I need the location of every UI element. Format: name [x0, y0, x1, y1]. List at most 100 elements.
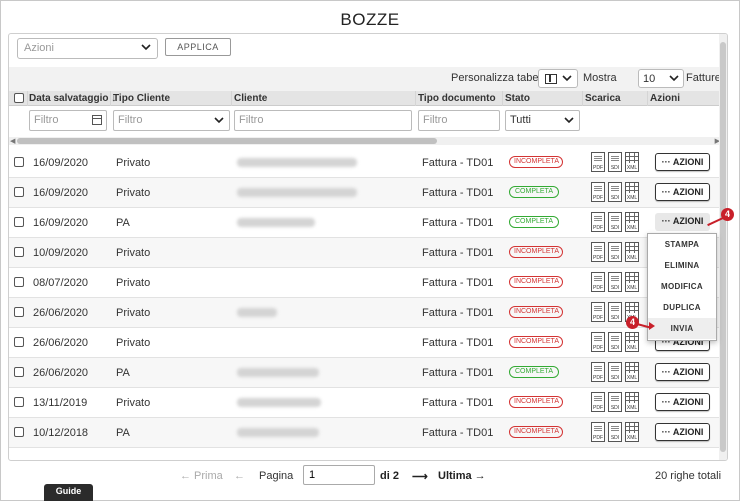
- download-sdi-icon[interactable]: SDI: [608, 272, 622, 292]
- first-page-link[interactable]: ← Prima: [180, 470, 223, 482]
- bulk-actions-select[interactable]: Azioni: [17, 38, 158, 59]
- download-sdi-icon[interactable]: SDI: [608, 422, 622, 442]
- table-row[interactable]: 16/09/2020 Privato Fattura - TD01 INCOMP…: [9, 148, 721, 178]
- menu-item-invia[interactable]: INVIA: [648, 318, 716, 339]
- download-xml-icon[interactable]: XML: [625, 182, 639, 202]
- table-row[interactable]: 16/09/2020 Privato Fattura - TD01 COMPLE…: [9, 178, 721, 208]
- calendar-icon[interactable]: [92, 115, 102, 125]
- download-pdf-icon[interactable]: PDF: [591, 242, 605, 262]
- table-row[interactable]: 16/09/2020 PA Fattura - TD01 COMPLETA PD…: [9, 208, 721, 238]
- vertical-scrollbar[interactable]: [719, 34, 727, 460]
- row-checkbox[interactable]: [14, 367, 24, 377]
- filter-date-input[interactable]: Filtro: [29, 110, 107, 131]
- apply-button[interactable]: APPLICA: [165, 38, 231, 56]
- next-page-link[interactable]: ⟶: [412, 470, 428, 483]
- download-sdi-icon[interactable]: SDI: [608, 242, 622, 262]
- filter-status-select[interactable]: Tutti: [505, 110, 580, 131]
- row-actions-button[interactable]: ··· AZIONI: [655, 363, 710, 381]
- table-row[interactable]: 10/09/2020 Privato Fattura - TD01 INCOMP…: [9, 238, 721, 268]
- download-sdi-icon[interactable]: SDI: [608, 152, 622, 172]
- download-xml-icon[interactable]: XML: [625, 242, 639, 262]
- col-header-date[interactable]: Data salvataggio ↓: [29, 93, 116, 104]
- row-checkbox[interactable]: [14, 277, 24, 287]
- row-checkbox[interactable]: [14, 397, 24, 407]
- download-sdi-icon[interactable]: SDI: [608, 182, 622, 202]
- download-xml-icon[interactable]: XML: [625, 422, 639, 442]
- download-xml-icon[interactable]: XML: [625, 152, 639, 172]
- download-xml-icon[interactable]: XML: [625, 362, 639, 382]
- table-row[interactable]: 13/11/2019 Privato Fattura - TD01 INCOMP…: [9, 388, 721, 418]
- select-all-checkbox[interactable]: [14, 93, 24, 103]
- page-size-select[interactable]: 10: [638, 69, 684, 88]
- download-pdf-icon[interactable]: PDF: [591, 302, 605, 322]
- download-sdi-icon[interactable]: SDI: [608, 212, 622, 232]
- download-pdf-icon[interactable]: PDF: [591, 272, 605, 292]
- download-sdi-icon[interactable]: SDI: [608, 332, 622, 352]
- col-header-client[interactable]: Cliente: [234, 93, 267, 104]
- download-xml-icon[interactable]: XML: [625, 272, 639, 292]
- menu-item-elimina[interactable]: ELIMINA: [648, 255, 716, 276]
- table-row[interactable]: 08/07/2020 Privato Fattura - TD01 INCOMP…: [9, 268, 721, 298]
- filter-client-type-select[interactable]: Filtro: [113, 110, 230, 131]
- col-header-status[interactable]: Stato: [505, 93, 530, 104]
- table-row[interactable]: 26/06/2020 PA Fattura - TD01 COMPLETA PD…: [9, 358, 721, 388]
- row-checkbox[interactable]: [14, 427, 24, 437]
- status-badge: INCOMPLETA: [509, 336, 563, 348]
- bulk-actions-placeholder: Azioni: [24, 42, 54, 54]
- show-label: Mostra: [583, 72, 617, 84]
- menu-item-stampa[interactable]: STAMPA: [648, 234, 716, 255]
- page-count: di 2: [380, 470, 399, 482]
- row-doc-type: Fattura - TD01: [422, 217, 494, 229]
- columns-picker-button[interactable]: [538, 69, 578, 88]
- row-actions-button[interactable]: ··· AZIONI: [655, 213, 710, 231]
- col-header-client-type[interactable]: Tipo Cliente: [113, 93, 170, 104]
- guide-tab[interactable]: Guide: [44, 484, 93, 501]
- row-client-type: Privato: [116, 307, 151, 319]
- row-actions-button[interactable]: ··· AZIONI: [655, 423, 710, 441]
- menu-item-duplica[interactable]: DUPLICA: [648, 297, 716, 318]
- row-date: 10/09/2020: [33, 247, 89, 259]
- download-pdf-icon[interactable]: PDF: [591, 212, 605, 232]
- horizontal-scrollbar[interactable]: ◀ ▶: [9, 137, 721, 145]
- row-actions-button[interactable]: ··· AZIONI: [655, 393, 710, 411]
- row-checkbox[interactable]: [14, 307, 24, 317]
- chevron-down-icon: [563, 114, 575, 126]
- page-size-value: 10: [643, 73, 656, 85]
- filter-doc-type-input[interactable]: Filtro: [418, 110, 500, 131]
- download-sdi-icon[interactable]: SDI: [608, 362, 622, 382]
- download-pdf-icon[interactable]: PDF: [591, 422, 605, 442]
- last-page-link[interactable]: Ultima →: [438, 470, 486, 482]
- table-row[interactable]: 26/06/2020 Privato Fattura - TD01 INCOMP…: [9, 298, 721, 328]
- vertical-scroll-thumb[interactable]: [720, 42, 726, 452]
- prev-page-link[interactable]: ←: [234, 470, 245, 482]
- download-pdf-icon[interactable]: PDF: [591, 182, 605, 202]
- row-doc-type: Fattura - TD01: [422, 367, 494, 379]
- horizontal-scroll-thumb[interactable]: [17, 138, 437, 144]
- row-checkbox[interactable]: [14, 337, 24, 347]
- menu-item-modifica[interactable]: MODIFICA: [648, 276, 716, 297]
- row-doc-type: Fattura - TD01: [422, 427, 494, 439]
- table-row[interactable]: 26/06/2020 Privato Fattura - TD01 INCOMP…: [9, 328, 721, 358]
- download-xml-icon[interactable]: XML: [625, 332, 639, 352]
- download-xml-icon[interactable]: XML: [625, 212, 639, 232]
- row-client-type: Privato: [116, 397, 151, 409]
- row-client-type: Privato: [116, 277, 151, 289]
- download-pdf-icon[interactable]: PDF: [591, 152, 605, 172]
- page-number-input[interactable]: [303, 465, 375, 485]
- row-checkbox[interactable]: [14, 217, 24, 227]
- download-pdf-icon[interactable]: PDF: [591, 362, 605, 382]
- row-checkbox[interactable]: [14, 187, 24, 197]
- download-xml-icon[interactable]: XML: [625, 392, 639, 412]
- scroll-left-icon[interactable]: ◀: [10, 137, 15, 145]
- row-checkbox[interactable]: [14, 157, 24, 167]
- download-pdf-icon[interactable]: PDF: [591, 332, 605, 352]
- filter-client-input[interactable]: Filtro: [234, 110, 412, 131]
- row-actions-button[interactable]: ··· AZIONI: [655, 153, 710, 171]
- download-sdi-icon[interactable]: SDI: [608, 392, 622, 412]
- row-checkbox[interactable]: [14, 247, 24, 257]
- row-actions-button[interactable]: ··· AZIONI: [655, 183, 710, 201]
- col-header-doc-type[interactable]: Tipo documento: [418, 93, 496, 104]
- download-pdf-icon[interactable]: PDF: [591, 392, 605, 412]
- download-sdi-icon[interactable]: SDI: [608, 302, 622, 322]
- table-row[interactable]: 10/12/2018 PA Fattura - TD01 INCOMPLETA …: [9, 418, 721, 448]
